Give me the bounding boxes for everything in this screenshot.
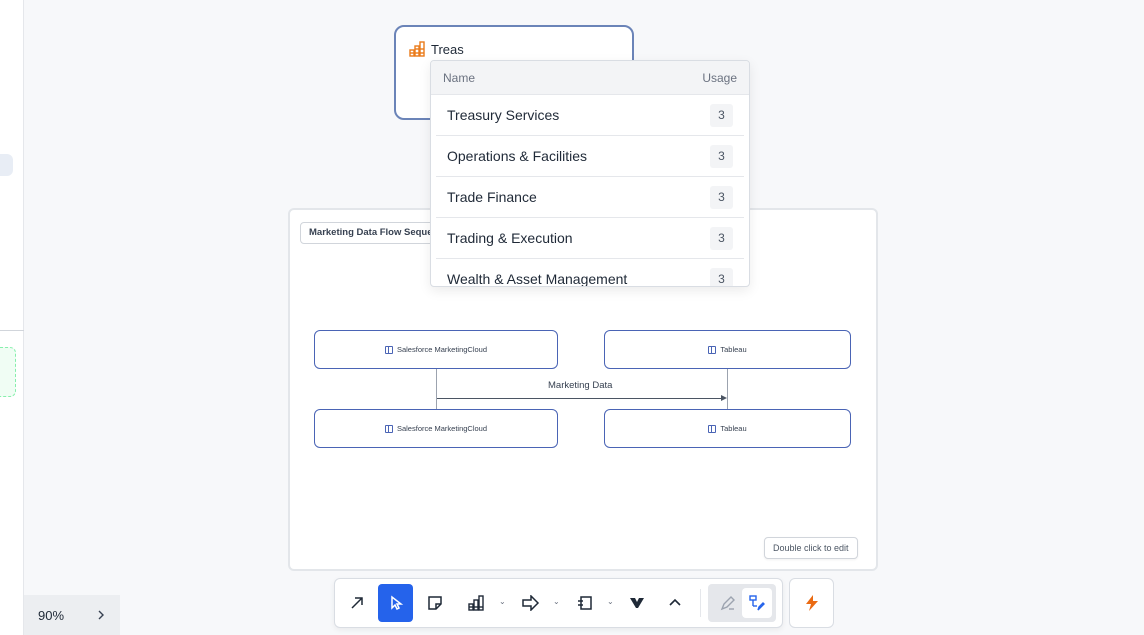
drawing-toolbar: ⌄ ⌄ ⌄	[334, 578, 783, 628]
item-name: Trading & Execution	[447, 230, 573, 246]
item-name: Operations & Facilities	[447, 148, 588, 164]
toolbar-divider	[700, 589, 701, 617]
chevron-down-icon[interactable]: ⌄	[499, 597, 507, 609]
panel-divider	[0, 330, 24, 331]
flow-edit-icon	[749, 595, 765, 611]
flow-mode-button[interactable]	[742, 588, 772, 618]
item-name: Wealth & Asset Management	[447, 271, 628, 287]
panel-drop-zone	[0, 347, 16, 397]
connector-tool-button[interactable]	[513, 584, 548, 622]
component-icon	[708, 345, 717, 354]
component-icon	[384, 424, 393, 433]
sticky-note-icon	[427, 596, 442, 610]
dropdown-item[interactable]: Operations & Facilities 3	[436, 136, 744, 177]
dropdown-item[interactable]: Treasury Services 3	[436, 95, 744, 136]
lifeline-salesforce	[436, 369, 437, 410]
participant-label: Salesforce MarketingCloud	[396, 424, 488, 433]
usage-badge: 3	[710, 144, 733, 168]
cursor-icon	[390, 595, 403, 611]
message-label[interactable]: Marketing Data	[548, 380, 612, 391]
usage-badge: 3	[710, 185, 733, 209]
ai-assist-button[interactable]	[789, 578, 834, 628]
bar-chart-icon	[467, 595, 484, 611]
usage-badge: 3	[710, 103, 733, 127]
participant-tableau-bottom[interactable]: Tableau	[604, 409, 851, 448]
node-label[interactable]: Treas	[431, 42, 464, 57]
participant-tableau-top[interactable]: Tableau	[604, 330, 851, 369]
pen-icon	[720, 596, 735, 611]
more-tools-button[interactable]	[657, 584, 692, 622]
chevron-down-icon[interactable]: ⌄	[607, 597, 615, 609]
participant-salesforce-top[interactable]: Salesforce MarketingCloud	[314, 330, 558, 369]
chevron-up-icon	[668, 598, 681, 606]
tag-dropdown[interactable]: Name Usage Treasury Services 3 Operation…	[430, 60, 750, 287]
participant-salesforce-bottom[interactable]: Salesforce MarketingCloud	[314, 409, 558, 448]
participant-label: Salesforce MarketingCloud	[396, 345, 488, 354]
column-usage-header: Usage	[702, 70, 737, 85]
component-icon	[384, 345, 393, 354]
arrow-up-right-icon	[350, 597, 363, 609]
left-panel-edge	[0, 0, 24, 635]
pen-mode-button[interactable]	[710, 584, 745, 622]
frame-icon	[577, 596, 592, 610]
usage-badge: 3	[710, 226, 733, 250]
arrow-right-icon	[521, 595, 539, 611]
dropdown-item[interactable]: Wealth & Asset Management 3	[436, 259, 744, 287]
frame-tool-button[interactable]	[567, 584, 602, 622]
dropdown-item[interactable]: Trading & Execution 3	[436, 218, 744, 259]
panel-handle[interactable]	[0, 154, 13, 176]
sticky-note-button[interactable]	[417, 584, 452, 622]
chart-tool-button[interactable]	[458, 584, 493, 622]
item-name: Trade Finance	[447, 189, 537, 205]
usage-badge: 3	[710, 267, 733, 286]
dropdown-header: Name Usage	[431, 61, 749, 95]
chevron-right-icon[interactable]	[96, 610, 106, 620]
participant-label: Tableau	[720, 424, 747, 433]
bolt-icon	[805, 595, 818, 611]
zoom-control[interactable]: 90%	[24, 595, 120, 635]
lifeline-tableau	[727, 369, 728, 410]
arrow-tool-button[interactable]	[339, 584, 374, 622]
edit-hint[interactable]: Double click to edit	[764, 537, 858, 559]
select-tool-button[interactable]	[378, 584, 413, 622]
participant-label: Tableau	[720, 345, 747, 354]
brand-icon	[629, 598, 644, 608]
zoom-level: 90%	[38, 607, 65, 623]
chevron-down-icon[interactable]: ⌄	[553, 597, 561, 609]
bar-chart-icon	[409, 41, 425, 57]
message-arrow[interactable]	[437, 398, 721, 399]
component-icon	[708, 424, 717, 433]
arrow-head	[721, 395, 727, 401]
item-name: Treasury Services	[447, 107, 560, 123]
frame-title[interactable]: Marketing Data Flow Seque	[300, 222, 440, 244]
column-name-header: Name	[443, 70, 476, 85]
dropdown-item[interactable]: Trade Finance 3	[436, 177, 744, 218]
logo-tool-button[interactable]	[619, 584, 654, 622]
